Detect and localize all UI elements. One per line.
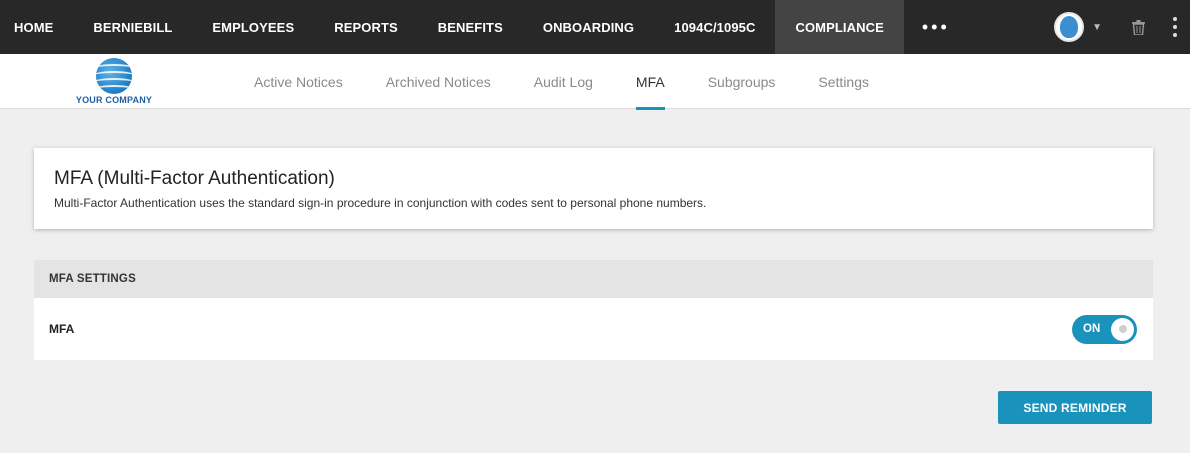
nav-item-benefits[interactable]: BENEFITS <box>418 0 523 54</box>
send-reminder-button[interactable]: SEND REMINDER <box>998 391 1152 424</box>
trash-icon[interactable] <box>1128 17 1148 37</box>
nav-item-onboarding[interactable]: ONBOARDING <box>523 0 654 54</box>
mfa-toggle[interactable]: ON <box>1072 314 1137 344</box>
page-description: Multi-Factor Authentication uses the sta… <box>54 196 707 210</box>
settings-row-mfa: MFA ON <box>34 298 1153 360</box>
chevron-down-icon[interactable]: ▼ <box>1092 22 1102 33</box>
tab-settings[interactable]: Settings <box>818 54 869 109</box>
user-controls: ▼ <box>1054 0 1190 54</box>
tab-archived-notices[interactable]: Archived Notices <box>386 54 491 109</box>
sub-header: YOUR COMPANY Active Notices Archived Not… <box>0 54 1190 110</box>
nav-more-button[interactable]: ••• <box>904 0 968 54</box>
nav-item-1094c-1095c[interactable]: 1094C/1095C <box>654 0 775 54</box>
mfa-settings-panel: MFA SETTINGS MFA ON <box>34 260 1153 360</box>
tab-subgroups[interactable]: Subgroups <box>708 54 776 109</box>
mfa-label: MFA <box>49 322 75 336</box>
kebab-icon[interactable] <box>1168 0 1182 54</box>
nav-item-home[interactable]: HOME <box>0 0 73 54</box>
company-logo[interactable]: YOUR COMPANY <box>72 58 156 106</box>
tab-active-notices[interactable]: Active Notices <box>254 54 343 109</box>
globe-icon <box>96 58 132 94</box>
avatar-icon[interactable] <box>1054 12 1085 42</box>
mfa-info-card: MFA (Multi-Factor Authentication) Multi-… <box>34 148 1153 229</box>
toggle-state-label: ON <box>1083 323 1101 335</box>
settings-section-header: MFA SETTINGS <box>34 260 1153 298</box>
top-navigation: HOME BERNIEBILL EMPLOYEES REPORTS BENEFI… <box>0 0 1190 54</box>
nav-item-employees[interactable]: EMPLOYEES <box>192 0 314 54</box>
nav-item-compliance[interactable]: COMPLIANCE <box>775 0 904 54</box>
nav-item-berniebill[interactable]: BERNIEBILL <box>73 0 192 54</box>
nav-item-reports[interactable]: REPORTS <box>314 0 418 54</box>
page-title: MFA (Multi-Factor Authentication) <box>54 168 335 189</box>
toggle-knob <box>1111 317 1134 341</box>
tab-mfa[interactable]: MFA <box>635 54 665 110</box>
compliance-tabs: Active Notices Archived Notices Audit Lo… <box>254 54 912 110</box>
tab-audit-log[interactable]: Audit Log <box>534 54 593 109</box>
logo-text: YOUR COMPANY <box>75 95 153 105</box>
